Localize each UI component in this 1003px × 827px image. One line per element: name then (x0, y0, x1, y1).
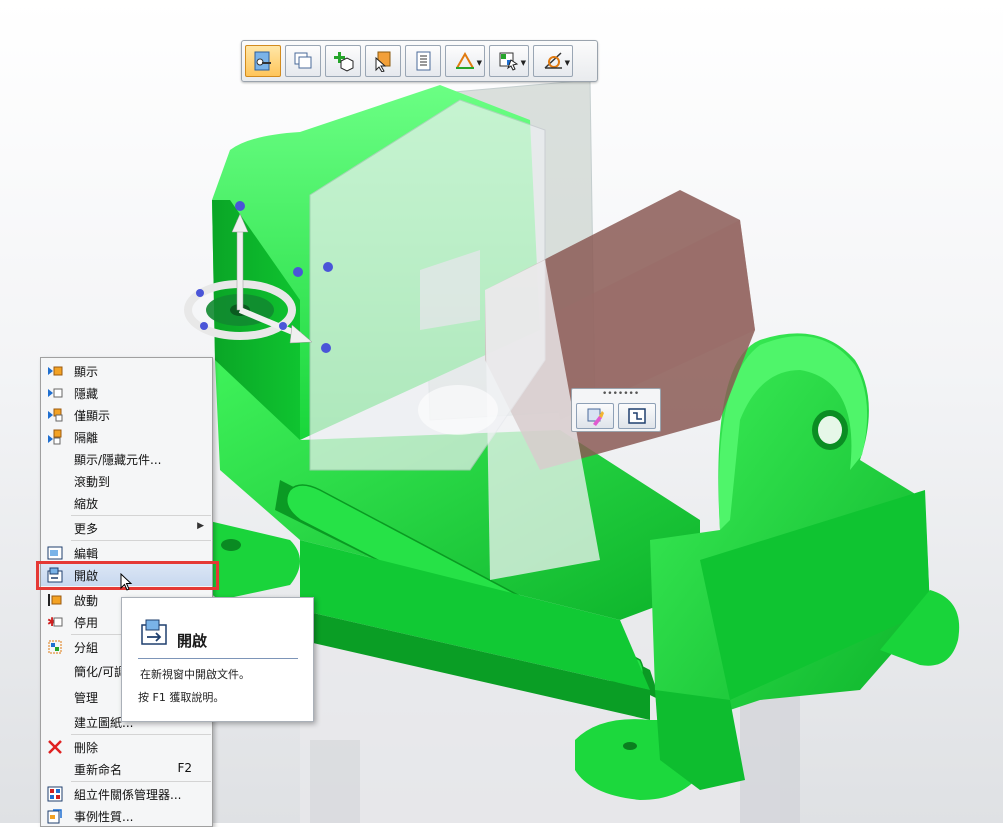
menu-item-label: 刪除 (74, 741, 99, 755)
menu-item-label: 分組 (74, 641, 99, 655)
show-icon (47, 363, 63, 379)
menu-item-zoom[interactable]: 縮放 (41, 492, 212, 514)
menu-item-label: 組立件關係管理器... (74, 788, 182, 802)
mini-toolbar: ••••••• (571, 388, 661, 432)
menu-item-shortcut: F2 (177, 761, 192, 775)
sketch-triangle-button[interactable]: ▼ (445, 45, 485, 77)
menu-separator (71, 781, 211, 782)
open-document-icon (141, 619, 167, 645)
chevron-down-icon: ▼ (476, 59, 482, 67)
menu-item-label: 事例性質... (74, 810, 134, 824)
edit-icon (47, 545, 63, 561)
paint-brush-icon (587, 408, 604, 426)
drag-grip[interactable]: ••••••• (602, 390, 639, 399)
menu-separator (71, 540, 211, 541)
menu-item-relationship-manager[interactable]: 組立件關係管理器... (41, 783, 212, 805)
tooltip-divider (138, 658, 298, 659)
tooltip-description: 在新視窗中開啟文件。 (140, 668, 250, 681)
select-tool-icon (254, 51, 271, 71)
menu-item-label: 更多 (74, 522, 99, 536)
menu-item-delete[interactable]: 刪除 (41, 736, 212, 758)
menu-item-isolate[interactable]: 隔離 (41, 426, 212, 448)
menu-item-show[interactable]: 顯示 (41, 360, 212, 382)
part-select-cursor-icon (375, 51, 391, 72)
menu-item-label: 啟動 (74, 594, 99, 608)
window-copy-icon (294, 52, 312, 69)
menu-item-label: 停用 (74, 616, 99, 630)
delete-x-icon (47, 739, 63, 755)
menu-item-hide[interactable]: 隱藏 (41, 382, 212, 404)
menu-item-label: 顯示/隱藏元件... (74, 453, 162, 467)
mouse-cursor-icon (120, 573, 133, 591)
tooltip-title: 開啟 (177, 632, 208, 650)
command-toolbar: ▼ ▼ ▼ (241, 40, 598, 82)
hide-icon (47, 385, 63, 401)
tooltip-open: 開啟 在新視窗中開啟文件。 按 F1 獲取說明。 (121, 597, 314, 722)
frame-open-button[interactable] (618, 403, 656, 429)
activate-icon (47, 592, 63, 608)
tooltip-help-hint: 按 F1 獲取說明。 (138, 691, 225, 704)
add-part-icon (334, 52, 354, 72)
measure-angle-icon (544, 52, 562, 69)
menu-item-label: 滾動到 (74, 475, 111, 489)
menu-separator (71, 515, 211, 516)
menu-item-label: 簡化/可調 (74, 665, 127, 679)
chevron-down-icon: ▼ (520, 59, 526, 67)
menu-item-label: 隱藏 (74, 387, 99, 401)
relationship-manager-icon (47, 786, 63, 802)
chevron-down-icon: ▼ (564, 59, 570, 67)
add-part-button[interactable] (325, 45, 361, 77)
show-only-icon (47, 407, 63, 423)
measure-angle-button[interactable]: ▼ (533, 45, 573, 77)
list-document-icon (416, 51, 431, 71)
menu-separator (71, 734, 211, 735)
menu-item-show-only[interactable]: 僅顯示 (41, 404, 212, 426)
menu-item-occurrence-properties[interactable]: 事例性質... (41, 805, 212, 827)
menu-item-label: 重新命名 (74, 763, 123, 777)
menu-item-label: 編輯 (74, 547, 99, 561)
isolate-icon (47, 429, 63, 445)
frame-open-icon (628, 408, 646, 424)
menu-item-label: 管理 (74, 691, 99, 705)
menu-item-show-hide-components[interactable]: 顯示/隱藏元件... (41, 448, 212, 470)
grid-layout-button[interactable]: ▼ (489, 45, 529, 77)
deactivate-icon: ✱ (47, 614, 63, 630)
menu-item-more[interactable]: 更多 ▶ (41, 517, 212, 539)
paint-brush-button[interactable] (576, 403, 614, 429)
menu-item-label: 顯示 (74, 365, 99, 379)
submenu-arrow-icon: ▶ (197, 521, 204, 531)
properties-icon (47, 808, 63, 824)
window-copy-button[interactable] (285, 45, 321, 77)
sketch-triangle-icon (456, 51, 474, 69)
list-document-button[interactable] (405, 45, 441, 77)
menu-item-rename[interactable]: 重新命名 F2 (41, 758, 212, 780)
select-tool-button[interactable] (245, 45, 281, 77)
group-icon (47, 639, 63, 655)
menu-item-scroll-to[interactable]: 滾動到 (41, 470, 212, 492)
menu-item-label: 僅顯示 (74, 409, 111, 423)
menu-item-label: 縮放 (74, 497, 99, 511)
menu-item-label: 隔離 (74, 431, 99, 445)
part-select-cursor-button[interactable] (365, 45, 401, 77)
grid-layout-icon (499, 52, 519, 71)
